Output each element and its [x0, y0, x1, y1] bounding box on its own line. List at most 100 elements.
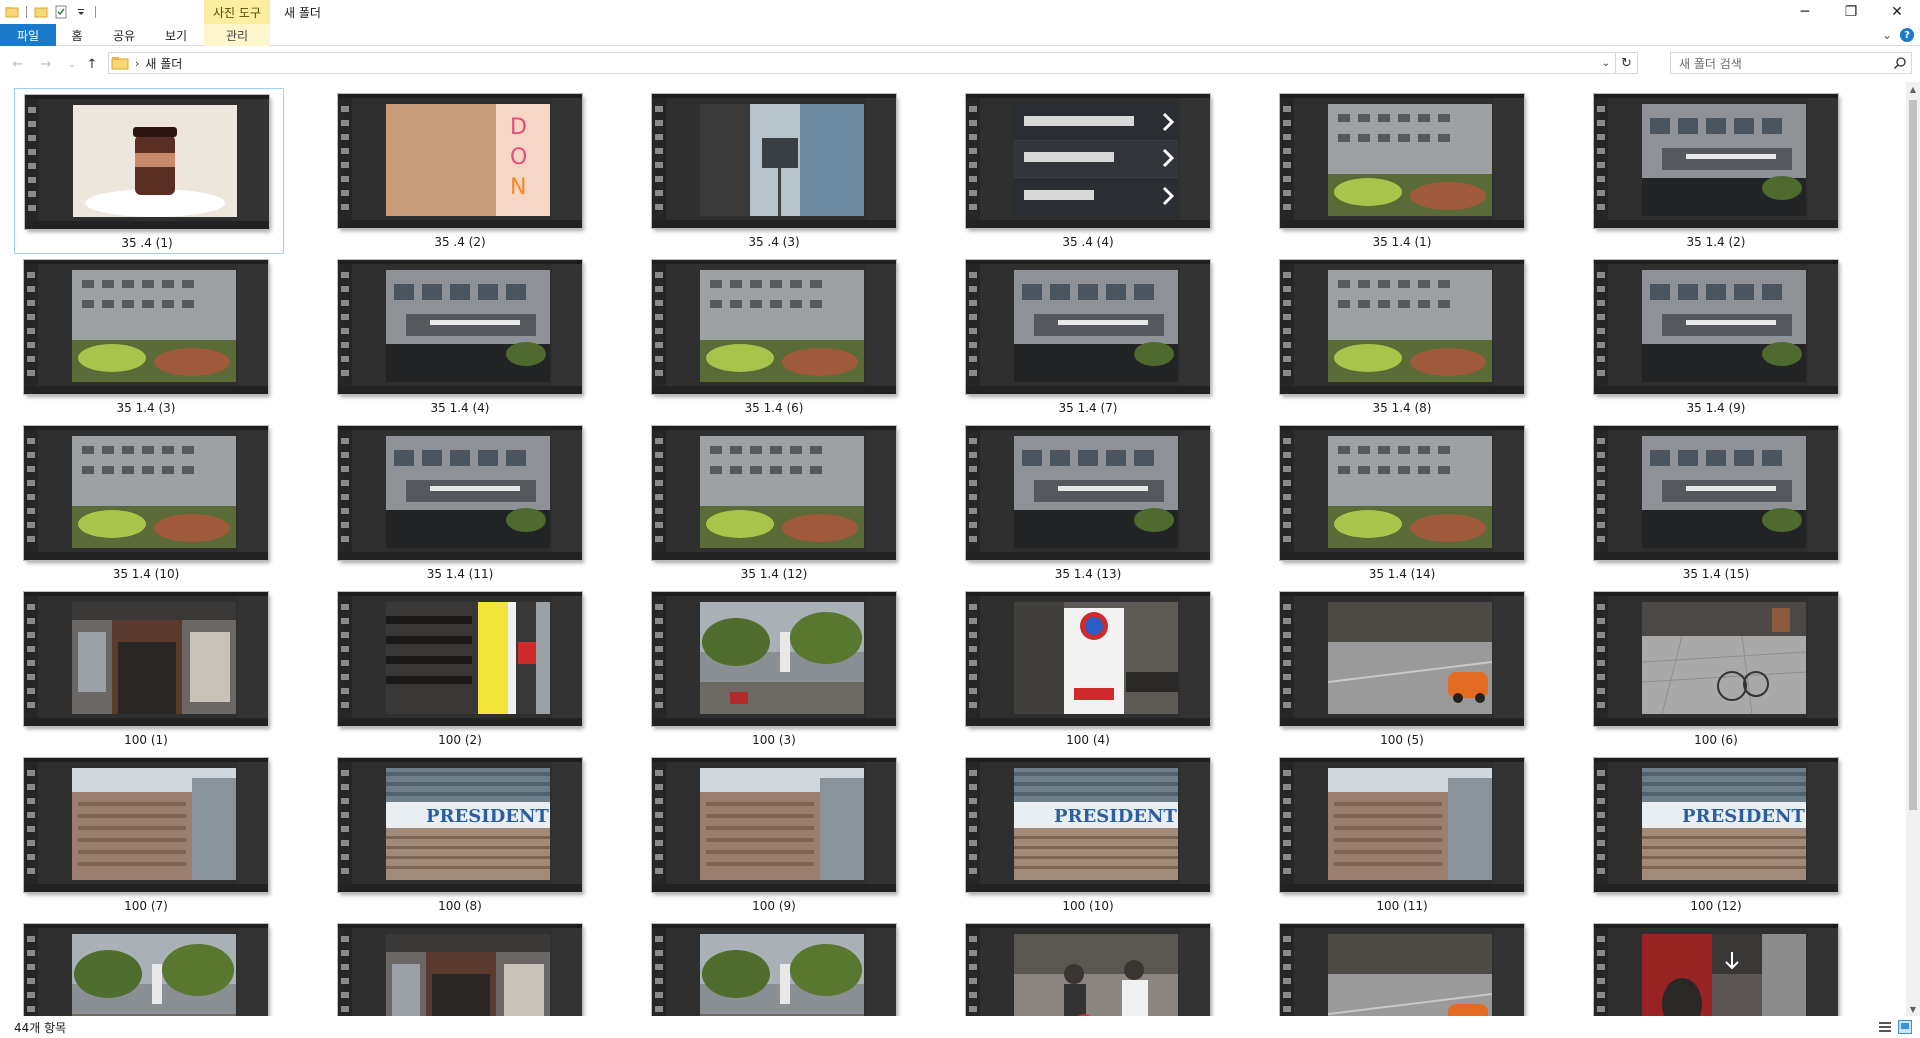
breadcrumb-separator[interactable]: ›	[135, 57, 139, 70]
file-thumbnail[interactable]	[652, 592, 896, 726]
expand-ribbon-icon[interactable]: ⌄	[1882, 28, 1892, 42]
file-name[interactable]: 100 (2)	[328, 733, 592, 747]
file-name[interactable]: 100 (6)	[1584, 733, 1848, 747]
file-item[interactable]: 35 1.4 (7)	[956, 254, 1226, 420]
file-name[interactable]: 35 1.4 (4)	[328, 401, 592, 415]
file-name[interactable]: 35 1.4 (15)	[1584, 567, 1848, 581]
breadcrumb[interactable]: 새 폴더	[145, 55, 182, 72]
file-item[interactable]: 35 .4 (1)	[14, 88, 284, 254]
file-thumbnail[interactable]: DON	[338, 94, 582, 228]
file-thumbnail[interactable]	[338, 426, 582, 560]
scroll-up-icon[interactable]: ▲	[1906, 82, 1920, 96]
file-thumbnail[interactable]	[1594, 260, 1838, 394]
file-item[interactable]: 100 (9)	[642, 752, 912, 918]
tab-manage[interactable]: 관리	[204, 24, 270, 46]
file-name[interactable]: 35 1.4 (12)	[642, 567, 906, 581]
address-bar[interactable]: › 새 폴더 ⌄ ↻	[108, 52, 1638, 74]
file-thumbnail[interactable]	[652, 94, 896, 228]
refresh-button[interactable]: ↻	[1615, 53, 1637, 73]
file-item[interactable]: 35 1.4 (1)	[1270, 88, 1540, 254]
file-item[interactable]: 35 1.4 (6)	[642, 254, 912, 420]
file-thumbnail[interactable]	[1594, 94, 1838, 228]
file-item[interactable]: 100 (11)	[1270, 752, 1540, 918]
file-name[interactable]: 35 1.4 (7)	[956, 401, 1220, 415]
file-thumbnail[interactable]: PRESIDENT	[966, 758, 1210, 892]
file-name[interactable]: 100 (12)	[1584, 899, 1848, 913]
tab-share[interactable]: 공유	[104, 24, 144, 46]
file-item[interactable]: D O N 35 .4 (2)	[328, 88, 598, 254]
file-thumbnail[interactable]	[24, 924, 268, 1016]
file-item[interactable]: 35 1.4 (4)	[328, 254, 598, 420]
file-item[interactable]: 35 1.4 (2)	[1584, 88, 1854, 254]
file-thumbnail[interactable]	[1594, 924, 1838, 1016]
file-item[interactable]: 35 1.4 (3)	[14, 254, 284, 420]
file-thumbnail[interactable]	[1280, 924, 1524, 1016]
file-item[interactable]: 35 1.4 (11)	[328, 420, 598, 586]
file-name[interactable]: 35 1.4 (3)	[14, 401, 278, 415]
file-thumbnail[interactable]	[1280, 94, 1524, 228]
address-dropdown-button[interactable]: ⌄	[1597, 53, 1615, 73]
recent-locations-button[interactable]: ⌄	[64, 56, 80, 72]
file-item[interactable]: 35 1.4 (13)	[956, 420, 1226, 586]
file-thumbnail[interactable]	[338, 592, 582, 726]
file-item[interactable]: 100 (3)	[642, 586, 912, 752]
tab-view[interactable]: 보기	[156, 24, 196, 46]
search-input[interactable]: 새 폴더 검색	[1679, 55, 1742, 72]
file-thumbnail[interactable]	[966, 260, 1210, 394]
vertical-scrollbar[interactable]: ▲ ▼	[1906, 82, 1920, 1016]
large-icons-view-icon[interactable]	[1898, 1020, 1912, 1034]
file-name[interactable]: 35 .4 (3)	[642, 235, 906, 249]
file-thumbnail[interactable]	[652, 758, 896, 892]
file-name[interactable]: 35 .4 (4)	[956, 235, 1220, 249]
file-item[interactable]	[14, 918, 284, 1016]
file-item[interactable]	[328, 918, 598, 1016]
file-thumbnail[interactable]	[966, 592, 1210, 726]
search-box[interactable]: 새 폴더 검색	[1670, 52, 1912, 74]
file-name[interactable]: 35 1.4 (10)	[14, 567, 278, 581]
customize-toolbar-icon[interactable]	[73, 4, 89, 20]
file-name[interactable]: 35 1.4 (8)	[1270, 401, 1534, 415]
file-name[interactable]: 100 (11)	[1270, 899, 1534, 913]
search-icon[interactable]	[1893, 56, 1907, 70]
file-item[interactable]: 35 .4 (4)	[956, 88, 1226, 254]
restore-button[interactable]: ❐	[1828, 0, 1874, 24]
file-item[interactable]	[1584, 918, 1854, 1016]
file-thumbnail[interactable]	[338, 260, 582, 394]
forward-button[interactable]: →	[38, 56, 54, 72]
file-thumbnail[interactable]: PRESIDENT	[1594, 758, 1838, 892]
file-item[interactable]: 35 1.4 (12)	[642, 420, 912, 586]
folder-app-icon[interactable]	[4, 4, 20, 20]
file-item[interactable]: 35 1.4 (10)	[14, 420, 284, 586]
file-name[interactable]: 35 1.4 (1)	[1270, 235, 1534, 249]
file-thumbnail[interactable]	[24, 426, 268, 560]
file-name[interactable]: 100 (10)	[956, 899, 1220, 913]
file-thumbnail[interactable]	[1280, 260, 1524, 394]
file-name[interactable]: 35 1.4 (14)	[1270, 567, 1534, 581]
scrollbar-thumb[interactable]	[1909, 100, 1917, 810]
file-item[interactable]: 100 (4)	[956, 586, 1226, 752]
file-name[interactable]: 100 (3)	[642, 733, 906, 747]
file-item[interactable]: PRESIDENT 100 (8)	[328, 752, 598, 918]
file-name[interactable]: 35 1.4 (11)	[328, 567, 592, 581]
file-thumbnail[interactable]	[1280, 592, 1524, 726]
file-item[interactable]: PRESIDENT 100 (10)	[956, 752, 1226, 918]
file-thumbnail[interactable]: PRESIDENT	[338, 758, 582, 892]
file-name[interactable]: 35 1.4 (6)	[642, 401, 906, 415]
file-item[interactable]: PRESIDENT 100 (12)	[1584, 752, 1854, 918]
file-name[interactable]: 35 1.4 (9)	[1584, 401, 1848, 415]
file-item[interactable]: 100 (1)	[14, 586, 284, 752]
file-name[interactable]: 100 (4)	[956, 733, 1220, 747]
file-name[interactable]: 100 (5)	[1270, 733, 1534, 747]
file-item[interactable]: 100 (2)	[328, 586, 598, 752]
file-thumbnail[interactable]	[1280, 426, 1524, 560]
file-item[interactable]: 35 1.4 (15)	[1584, 420, 1854, 586]
file-thumbnail[interactable]	[652, 260, 896, 394]
file-item[interactable]: 35 .4 (3)	[642, 88, 912, 254]
properties-icon[interactable]	[53, 4, 69, 20]
file-item[interactable]	[956, 918, 1226, 1016]
new-folder-icon[interactable]	[33, 4, 49, 20]
file-thumbnail[interactable]	[1280, 758, 1524, 892]
file-item[interactable]: 100 (7)	[14, 752, 284, 918]
file-item[interactable]	[1270, 918, 1540, 1016]
back-button[interactable]: ←	[10, 56, 26, 72]
